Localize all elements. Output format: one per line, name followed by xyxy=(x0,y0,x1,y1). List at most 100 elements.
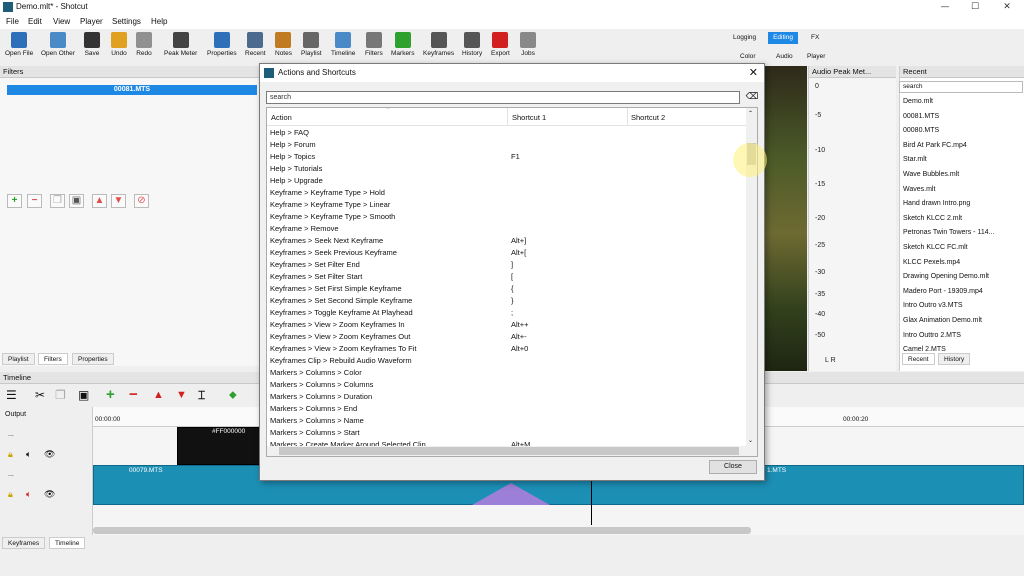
paste-filter-icon[interactable]: ▣ xyxy=(69,194,84,208)
add-filter-icon[interactable]: + xyxy=(7,194,22,208)
notes-button[interactable]: Notes xyxy=(275,32,292,57)
remove-filter-icon[interactable]: − xyxy=(27,194,42,208)
cut-icon[interactable]: ✂ xyxy=(35,388,45,402)
tab-history[interactable]: History xyxy=(938,353,971,365)
lock-icon[interactable]: 🔒︎ xyxy=(8,489,13,500)
shortcut-cell[interactable]: Alt++ xyxy=(511,319,529,331)
table-row[interactable]: Keyframes > Set Filter Start [ xyxy=(267,271,747,283)
tab-properties[interactable]: Properties xyxy=(72,353,114,365)
mute-icon[interactable]: 🔈︎ xyxy=(26,449,31,460)
menu-player[interactable]: Player xyxy=(80,17,103,26)
mode-color[interactable]: Color xyxy=(740,53,756,60)
scroll-down-icon[interactable]: ⌄ xyxy=(748,437,753,444)
shortcut-cell[interactable]: F1 xyxy=(511,151,520,163)
shortcut-cell[interactable]: ; xyxy=(511,307,513,319)
horizontal-scrollbar[interactable] xyxy=(267,446,746,456)
action-search-input[interactable]: search xyxy=(266,91,740,104)
mode-logging[interactable]: Logging xyxy=(733,34,756,41)
keyframes-button[interactable]: Keyframes xyxy=(423,32,454,57)
table-row[interactable]: Help > Topics F1 xyxy=(267,151,747,163)
deselect-icon[interactable]: ⊘ xyxy=(134,194,149,208)
table-row[interactable]: Markers > Columns > Start xyxy=(267,427,747,439)
mute-icon[interactable]: 🔈︎ xyxy=(26,489,31,500)
recent-item[interactable]: Drawing Opening Demo.mlt xyxy=(903,273,989,280)
recent-search-input[interactable]: search xyxy=(899,81,1023,93)
recent-item[interactable]: Sketch KLCC FC.mlt xyxy=(903,244,968,251)
menu-view[interactable]: View xyxy=(53,17,70,26)
history-button[interactable]: History xyxy=(462,32,482,57)
table-row[interactable]: Help > Tutorials xyxy=(267,163,747,175)
tab-keyframes[interactable]: Keyframes xyxy=(2,537,46,549)
table-row[interactable]: Keyframes > Seek Previous Keyframe Alt+[ xyxy=(267,247,747,259)
table-row[interactable]: Markers > Columns > Color xyxy=(267,367,747,379)
table-row[interactable]: Markers > Columns > End xyxy=(267,403,747,415)
tab-playlist[interactable]: Playlist xyxy=(2,353,35,365)
recent-item[interactable]: Glax Animation Demo.mlt xyxy=(903,317,982,324)
recent-item[interactable]: Intro Outro v3.MTS xyxy=(903,302,963,309)
tab-timeline[interactable]: Timeline xyxy=(49,537,86,549)
table-row[interactable]: Keyframes > Set First Simple Keyframe { xyxy=(267,283,747,295)
menu-edit[interactable]: Edit xyxy=(28,17,42,26)
redo-button[interactable]: Redo xyxy=(136,32,152,57)
recent-item[interactable]: 00081.MTS xyxy=(903,113,939,120)
recent-item[interactable]: Intro Outtro 2.MTS xyxy=(903,332,961,339)
undo-button[interactable]: Undo xyxy=(111,32,127,57)
menu-file[interactable]: File xyxy=(6,17,19,26)
export-button[interactable]: Export xyxy=(491,32,510,57)
table-row[interactable]: Keyframe > Keyframe Type > Smooth xyxy=(267,211,747,223)
column-shortcut-2[interactable]: Shortcut 2 xyxy=(631,113,665,122)
table-row[interactable]: Help > FAQ xyxy=(267,127,747,139)
recent-button[interactable]: Recent xyxy=(245,32,266,57)
filter-clip-item[interactable]: 00081.MTS xyxy=(7,85,257,95)
column-action[interactable]: Action xyxy=(271,113,292,122)
clear-search-icon[interactable]: ⌫ xyxy=(745,91,759,104)
timeline-button[interactable]: Timeline xyxy=(331,32,355,57)
tab-filters[interactable]: Filters xyxy=(38,353,68,365)
hide-icon[interactable]: 👁︎ xyxy=(44,489,55,500)
recent-item[interactable]: Wave Bubbles.mlt xyxy=(903,171,959,178)
recent-item[interactable]: Hand drawn Intro.png xyxy=(903,200,970,207)
save-button[interactable]: Save xyxy=(84,32,100,57)
peak-meter-button[interactable]: Peak Meter xyxy=(164,32,197,57)
lock-icon[interactable]: 🔒︎ xyxy=(8,449,13,460)
scroll-up-icon[interactable]: ⌃ xyxy=(748,110,753,117)
menu-settings[interactable]: Settings xyxy=(112,17,141,26)
tab-recent[interactable]: Recent xyxy=(902,353,935,365)
shortcut-cell[interactable]: Alt+- xyxy=(511,331,527,343)
table-row[interactable]: Keyframe > Keyframe Type > Linear xyxy=(267,199,747,211)
playlist-button[interactable]: Playlist xyxy=(301,32,322,57)
table-row[interactable]: Keyframes > Set Filter End] xyxy=(267,259,747,271)
mode-audio[interactable]: Audio xyxy=(776,53,793,60)
move-up-icon[interactable]: ▲ xyxy=(92,194,107,208)
open-other-button[interactable]: Open Other xyxy=(41,32,75,57)
table-row[interactable]: Keyframes > Toggle Keyframe At Playhead; xyxy=(267,307,747,319)
mode-editing[interactable]: Editing xyxy=(768,32,798,44)
move-down-icon[interactable]: ▼ xyxy=(111,194,126,208)
recent-item[interactable]: KLCC Pexels.mp4 xyxy=(903,259,960,266)
markers-button[interactable]: Markers xyxy=(391,32,414,57)
maximize-button[interactable]: ☐ xyxy=(960,1,990,13)
shortcut-cell[interactable]: ] xyxy=(511,259,513,271)
table-row[interactable]: Markers > Columns > Columns xyxy=(267,379,747,391)
table-row[interactable]: Keyframes > View > Zoom Keyframes Out Alt… xyxy=(267,331,747,343)
table-row[interactable]: Keyframes > Set Second Simple Keyframe} xyxy=(267,295,747,307)
table-row[interactable]: Help > Forum xyxy=(267,139,747,151)
jobs-button[interactable]: Jobs xyxy=(520,32,536,57)
menu-help[interactable]: Help xyxy=(151,17,167,26)
shortcut-cell[interactable]: Alt+] xyxy=(511,235,526,247)
scroll-thumb[interactable] xyxy=(279,447,739,455)
recent-item[interactable]: Bird At Park FC.mp4 xyxy=(903,142,967,149)
timeline-scrollbar[interactable] xyxy=(93,527,751,534)
hide-icon[interactable]: 👁︎ xyxy=(44,449,55,460)
shortcut-cell[interactable]: Alt+0 xyxy=(511,343,528,355)
copy-filter-icon[interactable]: ❐ xyxy=(50,194,65,208)
lift-icon[interactable]: ▲ xyxy=(153,389,164,401)
paste-icon[interactable]: ▣ xyxy=(78,388,89,402)
overwrite-icon[interactable]: ▼ xyxy=(176,389,187,401)
split-icon[interactable]: ⌶ xyxy=(198,388,205,403)
recent-item[interactable]: 00080.MTS xyxy=(903,127,939,134)
timeline-clip[interactable]: #FF000000 xyxy=(177,427,260,465)
remove-icon[interactable]: − xyxy=(129,386,138,403)
table-row[interactable]: Keyframe > Keyframe Type > Hold xyxy=(267,187,747,199)
open-file-button[interactable]: Open File xyxy=(5,32,33,57)
